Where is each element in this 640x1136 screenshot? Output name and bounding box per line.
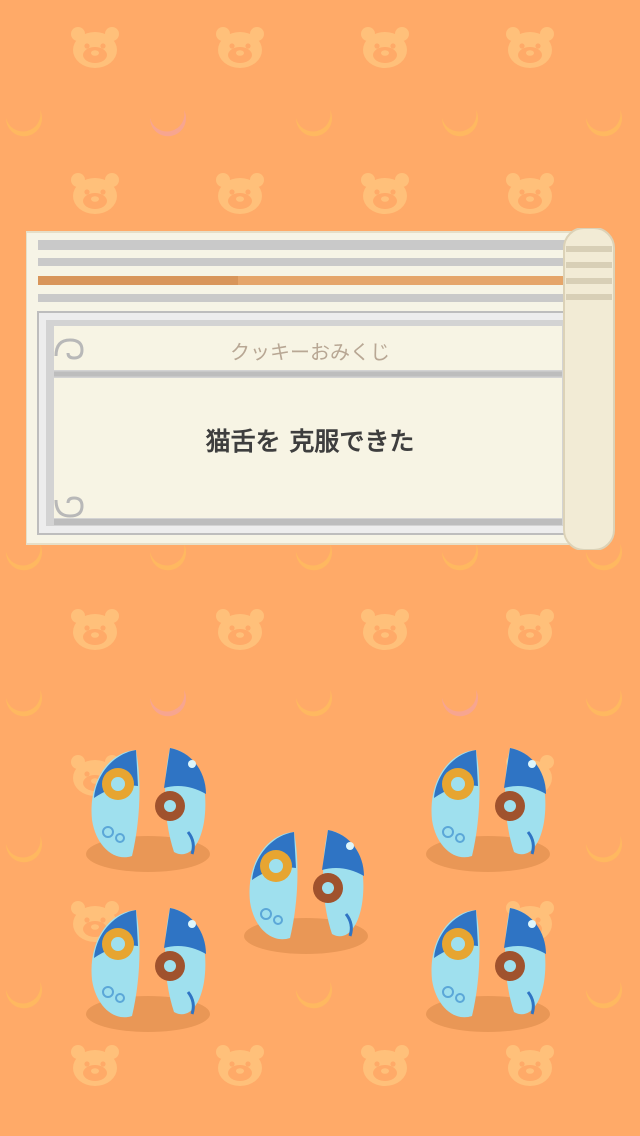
fortune-cookie[interactable]: [84, 906, 212, 1034]
fortune-cookie[interactable]: [424, 906, 552, 1034]
fortune-cookie-group[interactable]: [0, 720, 640, 1050]
omikuji-scroll: [26, 228, 615, 550]
fortune-cookie[interactable]: [84, 746, 212, 874]
omikuji-title: クッキーおみくじ: [230, 340, 390, 364]
fortune-message: 猫舌を 克服できた: [205, 427, 415, 456]
fortune-cookie[interactable]: [424, 746, 552, 874]
fortune-cookie[interactable]: [242, 828, 370, 956]
